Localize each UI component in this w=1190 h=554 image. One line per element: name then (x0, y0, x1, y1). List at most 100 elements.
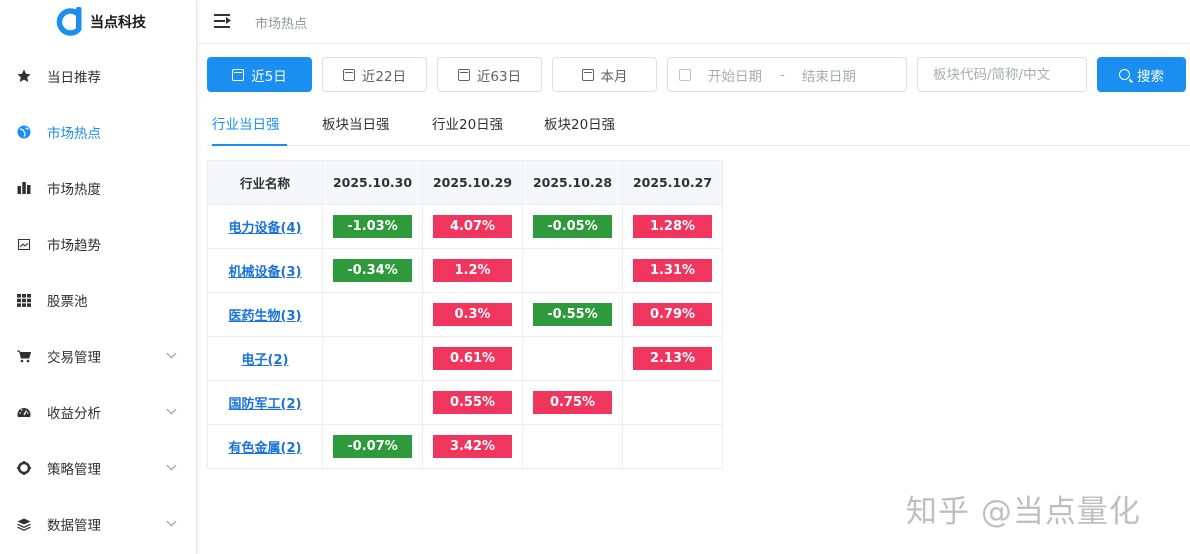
start-date-input[interactable]: 开始日期 (708, 65, 762, 85)
end-date-input[interactable]: 结束日期 (802, 65, 856, 85)
column-header: 2025.10.29 (422, 160, 523, 205)
chevron-down-icon (166, 404, 177, 415)
change-badge: 0.75% (533, 391, 612, 414)
change-cell: -0.34% (322, 248, 423, 293)
this-month-button[interactable]: 本月 (552, 57, 657, 92)
industry-name-cell: 国防军工(2) (207, 380, 323, 425)
chevron-down-icon (166, 516, 177, 527)
sidebar-item-label: 市场热点 (47, 126, 101, 142)
tab-sector-20d-strong[interactable]: 板块20日强 (544, 113, 615, 133)
last-22-days-button[interactable]: 近22日 (322, 57, 427, 92)
change-cell: -0.07% (322, 424, 423, 469)
industry-link[interactable]: 电力设备(4) (229, 221, 302, 236)
target-icon (16, 460, 32, 476)
logo-icon (52, 5, 86, 39)
change-badge: 1.31% (633, 259, 712, 282)
column-header: 2025.10.27 (622, 160, 723, 205)
industry-link[interactable]: 国防军工(2) (229, 397, 302, 412)
sidebar-menu: 当日推荐 市场热点 市场热度 市场趋势 股票池 交易管理 收益分析 策略管理 数… (0, 48, 197, 552)
sidebar-item-daily-picks[interactable]: 当日推荐 (0, 48, 197, 104)
top-header: 市场热点 (198, 0, 1190, 44)
change-badge: -0.05% (533, 215, 612, 238)
sidebar-item-strategy-management[interactable]: 策略管理 (0, 440, 197, 496)
sidebar-item-market-trend[interactable]: 市场趋势 (0, 216, 197, 272)
sector-search-input[interactable] (917, 57, 1087, 92)
last-5-days-button[interactable]: 近5日 (207, 57, 312, 92)
industry-name-cell: 医药生物(3) (207, 292, 323, 337)
change-badge: 4.07% (433, 215, 512, 238)
change-cell: 1.2% (422, 248, 523, 293)
menu-fold-icon[interactable] (214, 13, 232, 29)
sidebar-item-label: 当日推荐 (47, 70, 101, 86)
grid-icon (16, 292, 32, 308)
change-cell: 3.42% (422, 424, 523, 469)
sidebar-item-label: 市场热度 (47, 182, 101, 198)
change-cell (322, 380, 423, 425)
change-cell: 1.28% (622, 204, 723, 249)
active-tab-indicator (212, 144, 287, 146)
tab-industry-20d-strong[interactable]: 行业20日强 (432, 113, 503, 133)
sidebar-item-stock-pool[interactable]: 股票池 (0, 272, 197, 328)
button-label: 近63日 (476, 68, 522, 85)
industry-link[interactable]: 有色金属(2) (229, 441, 302, 456)
button-label: 搜索 (1137, 68, 1164, 85)
globe-icon (16, 124, 32, 140)
industry-link[interactable]: 电子(2) (242, 353, 289, 368)
industry-name-cell: 机械设备(3) (207, 248, 323, 293)
calendar-icon (342, 68, 355, 81)
sidebar-item-profit-analysis[interactable]: 收益分析 (0, 384, 197, 440)
breadcrumb[interactable]: 市场热点 (255, 13, 307, 32)
change-cell (522, 248, 623, 293)
star-icon (16, 68, 32, 84)
change-cell: 2.13% (622, 336, 723, 381)
sidebar-item-label: 市场趋势 (47, 238, 101, 254)
table-row: 国防军工(2) 0.55% 0.75% (207, 380, 723, 425)
industry-name-cell: 电子(2) (207, 336, 323, 381)
search-icon (1119, 69, 1130, 80)
change-badge: 0.61% (433, 347, 512, 370)
tab-sector-daily-strong[interactable]: 板块当日强 (322, 113, 390, 133)
search-button[interactable]: 搜索 (1097, 57, 1186, 92)
tab-bar: 行业当日强 板块当日强 行业20日强 板块20日强 (207, 101, 1190, 146)
logo-text: 当点科技 (90, 15, 146, 31)
industry-link[interactable]: 医药生物(3) (229, 309, 302, 324)
sidebar-item-label: 交易管理 (47, 350, 101, 366)
change-cell: -1.03% (322, 204, 423, 249)
change-badge: 0.3% (433, 303, 512, 326)
change-cell (322, 336, 423, 381)
button-label: 本月 (600, 68, 628, 85)
calendar-icon (232, 68, 245, 81)
industry-table: 行业名称 2025.10.30 2025.10.29 2025.10.28 20… (207, 160, 723, 469)
table-row: 电子(2) 0.61% 2.13% (207, 336, 723, 381)
change-cell: 0.3% (422, 292, 523, 337)
sidebar-item-trade-management[interactable]: 交易管理 (0, 328, 197, 384)
layers-icon (16, 516, 32, 532)
table-row: 有色金属(2) -0.07% 3.42% (207, 424, 723, 469)
button-label: 近22日 (361, 68, 407, 85)
change-cell: 0.55% (422, 380, 523, 425)
change-cell: 4.07% (422, 204, 523, 249)
last-63-days-button[interactable]: 近63日 (437, 57, 542, 92)
sidebar-item-market-heat[interactable]: 市场热度 (0, 160, 197, 216)
sidebar-item-market-hotspots[interactable]: 市场热点 (0, 104, 197, 160)
change-cell: 0.79% (622, 292, 723, 337)
date-range-picker[interactable]: 开始日期 - 结束日期 (667, 57, 907, 92)
sidebar: 当点科技 当日推荐 市场热点 市场热度 市场趋势 股票池 交易管理 收益分析 策… (0, 0, 197, 554)
column-header: 行业名称 (207, 160, 323, 205)
change-cell: 0.75% (522, 380, 623, 425)
change-cell (322, 292, 423, 337)
change-cell: 0.61% (422, 336, 523, 381)
sidebar-item-data-management[interactable]: 数据管理 (0, 496, 197, 552)
logo[interactable]: 当点科技 (52, 4, 146, 40)
change-cell (622, 380, 723, 425)
column-header: 2025.10.28 (522, 160, 623, 205)
tab-industry-daily-strong[interactable]: 行业当日强 (212, 113, 280, 133)
industry-name-cell: 电力设备(4) (207, 204, 323, 249)
change-cell (522, 336, 623, 381)
sidebar-item-label: 数据管理 (47, 518, 101, 534)
change-cell (522, 424, 623, 469)
industry-link[interactable]: 机械设备(3) (229, 265, 302, 280)
sidebar-item-label: 股票池 (47, 294, 88, 310)
bar-chart-icon (16, 180, 32, 196)
change-badge: 3.42% (433, 435, 512, 458)
